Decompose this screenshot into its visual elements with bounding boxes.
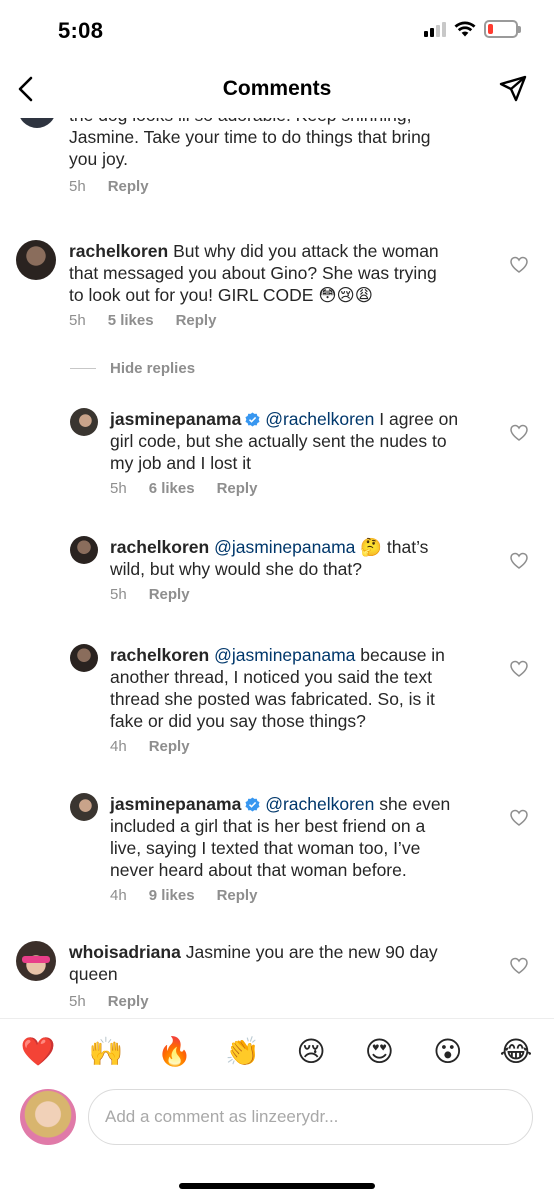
verified-badge-icon [245, 412, 260, 427]
likes-count[interactable]: 6 likes [149, 480, 195, 497]
heart-icon[interactable] [510, 957, 528, 975]
comments-list[interactable]: the dog looks lil so adorable. Keep shin… [0, 118, 554, 1013]
reply-button[interactable]: Reply [217, 887, 258, 904]
heart-eyes-emoji-button[interactable]: 😍 [361, 1035, 397, 1068]
home-indicator[interactable] [179, 1183, 375, 1189]
reply-time: 5h [110, 480, 127, 497]
reply-text: jasminepanama @rachelkoren she even incl… [110, 794, 451, 880]
avatar[interactable] [70, 793, 98, 821]
reply-meta: 5h Reply [110, 586, 190, 603]
signal-icon [424, 21, 446, 37]
comment-time: 5h [69, 312, 86, 329]
avatar[interactable] [70, 536, 98, 564]
reply-button[interactable]: Reply [217, 480, 258, 497]
my-avatar [20, 1089, 76, 1145]
reply-username[interactable]: jasminepanama [110, 409, 241, 429]
heart-icon[interactable] [510, 809, 528, 827]
reply-meta: 4h Reply [110, 738, 190, 755]
surprised-emoji-button[interactable]: 😮 [430, 1035, 466, 1068]
reply-username[interactable]: rachelkoren [110, 645, 209, 665]
page-title: Comments [222, 77, 332, 100]
verified-badge-icon [245, 797, 260, 812]
status-icons [424, 20, 521, 38]
comment-text: rachelkoren But why did you attack the w… [69, 241, 439, 305]
avatar[interactable] [18, 118, 56, 128]
status-bar: 5:08 [0, 0, 554, 60]
wifi-icon [454, 21, 476, 37]
crying-emoji-button[interactable]: 😢 [293, 1035, 329, 1068]
reply-text: rachelkoren @jasminepanama 🤔 that’s wild… [110, 537, 429, 579]
mention-link[interactable]: @jasminepanama [214, 537, 355, 557]
mention-link[interactable]: @rachelkoren [265, 409, 374, 429]
comment-text: whoisadriana Jasmine you are the new 90 … [69, 942, 438, 984]
heart-icon[interactable] [510, 660, 528, 678]
laughing-emoji-button[interactable]: 😂 [498, 1035, 534, 1068]
reply-button[interactable]: Reply [149, 738, 190, 755]
comment-username[interactable]: rachelkoren [69, 241, 168, 261]
comment-username[interactable]: whoisadriana [69, 942, 181, 962]
avatar[interactable] [70, 408, 98, 436]
battery-level [488, 24, 493, 34]
heart-icon[interactable] [510, 552, 528, 570]
heart-icon[interactable] [510, 256, 528, 274]
reply-button[interactable]: Reply [176, 312, 217, 329]
avatar[interactable] [70, 644, 98, 672]
battery-icon [484, 20, 521, 38]
reply-button[interactable]: Reply [108, 178, 149, 195]
reply-username[interactable]: jasminepanama [110, 794, 241, 814]
reply-text: rachelkoren @jasminepanama because in an… [110, 645, 445, 731]
fire-emoji-button[interactable]: 🔥 [157, 1035, 193, 1068]
avatar[interactable] [16, 941, 56, 981]
heart-icon[interactable] [510, 424, 528, 442]
reply-text: jasminepanama @rachelkoren I agree on gi… [110, 409, 459, 473]
reply-button[interactable]: Reply [149, 586, 190, 603]
status-time: 5:08 [58, 18, 104, 43]
mention-link[interactable]: @rachelkoren [265, 794, 374, 814]
comment-input[interactable] [88, 1089, 533, 1145]
comment-text: the dog looks lil so adorable. Keep shin… [69, 118, 431, 169]
reply-button[interactable]: Reply [108, 993, 149, 1010]
comment-meta: 5h 5 likes Reply [69, 312, 216, 329]
hide-replies-button[interactable]: Hide replies [70, 360, 195, 377]
mention-link[interactable]: @jasminepanama [214, 645, 355, 665]
direct-share-icon[interactable] [498, 74, 528, 104]
reply-meta: 4h 9 likes Reply [110, 887, 257, 904]
comment-meta: 5h Reply [69, 178, 149, 195]
reply-time: 4h [110, 887, 127, 904]
quick-reaction-bar: ❤️ 🙌 🔥 👏 😢 😍 😮 😂 [0, 1018, 554, 1084]
reply-username[interactable]: rachelkoren [110, 537, 209, 557]
clapping-emoji-button[interactable]: 👏 [225, 1035, 261, 1068]
comment-meta: 5h Reply [69, 993, 149, 1010]
likes-count[interactable]: 9 likes [149, 887, 195, 904]
reply-time: 5h [110, 586, 127, 603]
heart-emoji-button[interactable]: ❤️ [20, 1035, 56, 1068]
reply-time: 4h [110, 738, 127, 755]
divider [70, 368, 96, 369]
header: Comments [0, 60, 554, 118]
avatar[interactable] [16, 240, 56, 280]
reply-meta: 5h 6 likes Reply [110, 480, 257, 497]
likes-count[interactable]: 5 likes [108, 312, 154, 329]
comment-time: 5h [69, 993, 86, 1010]
comment-composer [0, 1084, 554, 1154]
comment-time: 5h [69, 178, 86, 195]
raised-hands-emoji-button[interactable]: 🙌 [88, 1035, 124, 1068]
